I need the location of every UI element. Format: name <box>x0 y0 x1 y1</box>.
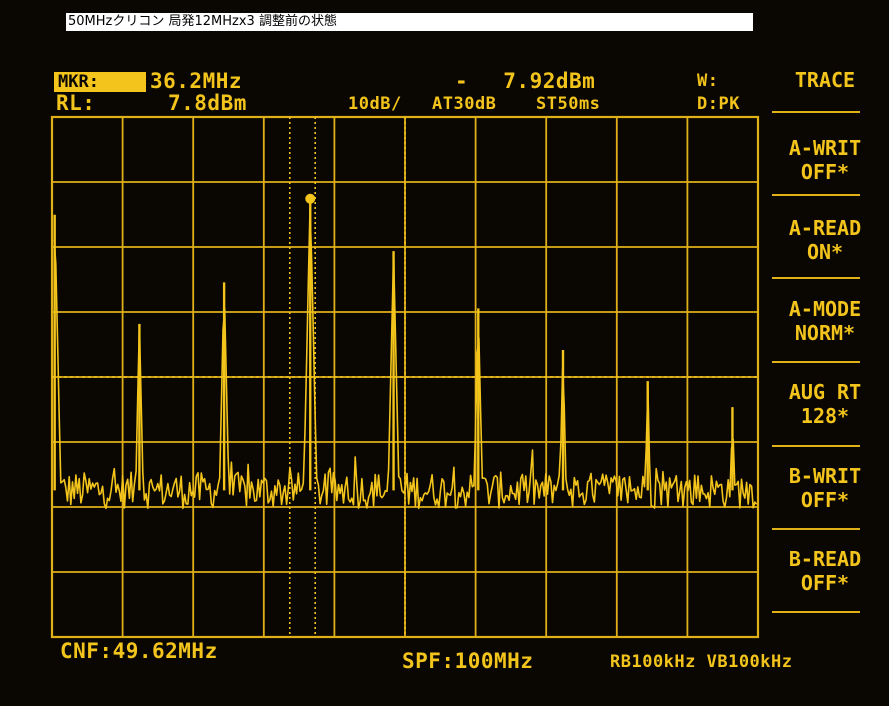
peak-markers <box>53 198 734 491</box>
center-frequency: CNF:49.62MHz <box>60 639 218 663</box>
marker-level: - 7.92dBm <box>455 69 596 93</box>
marker-tag: MKR: <box>54 72 146 92</box>
softkey-state: OFF* <box>800 160 850 184</box>
softkey-state: ON* <box>806 240 844 264</box>
reference-level-value: 7.8dBm <box>168 91 247 115</box>
attenuator-setting: AT30dB <box>432 94 497 114</box>
softkey-a-mode[interactable]: A-MODE NORM* <box>770 297 880 345</box>
scale-setting: 10dB/ <box>348 94 402 114</box>
softkey-b-read[interactable]: B-READ OFF* <box>770 547 880 595</box>
span-frequency: SPF:100MHz <box>402 649 534 673</box>
reference-level-label: RL: <box>56 91 96 115</box>
softkey-label: A-MODE <box>788 297 862 321</box>
softkey-state: OFF* <box>800 488 850 512</box>
softkey-label: B-WRIT <box>788 464 862 488</box>
softkey-b-write[interactable]: B-WRIT OFF* <box>770 464 880 512</box>
softkey-state: NORM* <box>794 321 856 345</box>
resolution-bandwidth: RB100kHz VB100kHz <box>610 652 793 672</box>
detector-mode: D:PK <box>697 94 740 114</box>
menu-title: TRACE <box>794 68 856 92</box>
softkey-label: A-READ <box>788 216 862 240</box>
softkey-state: OFF* <box>800 571 850 595</box>
menu-separators <box>772 111 860 613</box>
sweep-time: ST50ms <box>536 94 601 114</box>
softkey-a-write[interactable]: A-WRIT OFF* <box>770 136 880 184</box>
marker-frequency: 36.2MHz <box>150 69 243 93</box>
softkey-a-read[interactable]: A-READ ON* <box>770 216 880 264</box>
softkey-label: AUG RT <box>788 380 862 404</box>
softkey-label: A-WRIT <box>788 136 862 160</box>
w-label: W: <box>697 71 719 91</box>
softkey-state: 128* <box>800 404 850 428</box>
softkey-label: B-READ <box>788 547 862 571</box>
softkey-average-rate[interactable]: AUG RT 128* <box>770 380 880 428</box>
